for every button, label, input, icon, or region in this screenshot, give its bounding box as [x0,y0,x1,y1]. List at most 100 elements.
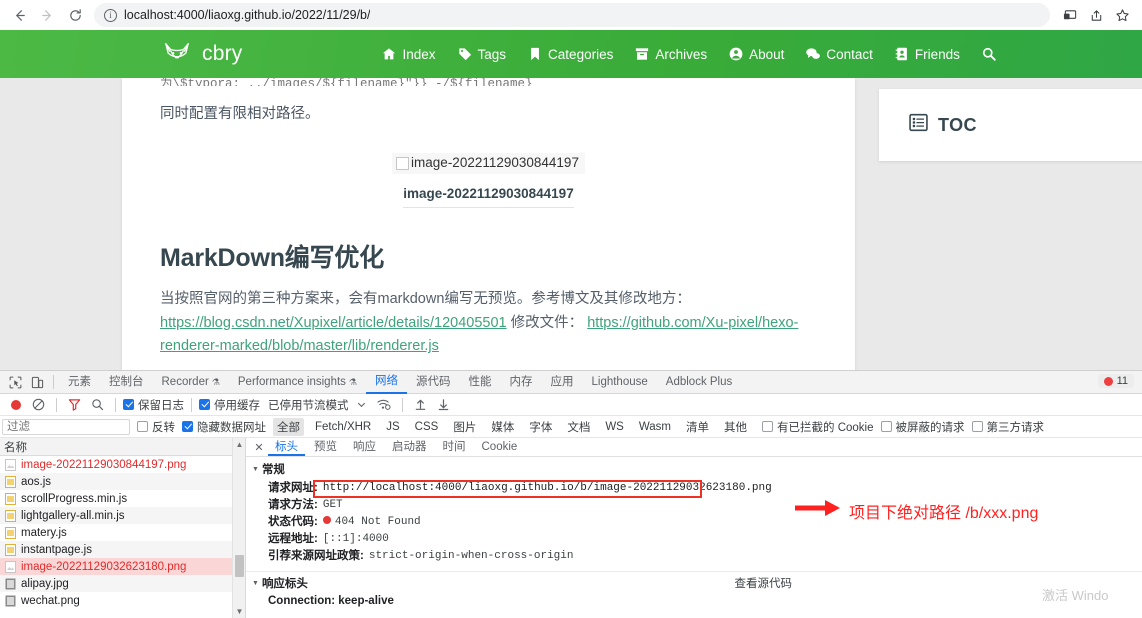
type-filter-img[interactable]: 图片 [449,418,480,436]
home-icon [382,47,396,61]
nav-item-tags[interactable]: Tags [458,47,506,62]
third-party-checkbox[interactable]: 第三方请求 [971,419,1044,435]
hide-data-urls-checkbox[interactable]: 隐藏数据网址 [182,419,266,435]
type-filter-css[interactable]: CSS [411,420,443,434]
clear-no-entry-icon[interactable] [28,395,49,415]
export-har-icon[interactable] [433,395,454,415]
cast-icon[interactable] [1058,3,1082,27]
table-row[interactable]: aos.js [0,473,245,490]
devtools-tab-application[interactable]: 应用 [542,371,583,393]
detail-tab-initiator[interactable]: 启动器 [385,438,434,456]
table-row-selected[interactable]: image-20221129032623180.png [0,558,245,575]
nav-item-friends[interactable]: Friends [895,47,960,62]
scrollbar-thumb[interactable] [235,555,244,577]
article-link-csdn[interactable]: https://blog.csdn.net/Xupixel/article/de… [160,315,507,331]
invert-checkbox[interactable]: 反转 [137,419,175,435]
response-headers-section[interactable]: ▼ 响应标头 查看源代码 [246,571,1142,593]
scroll-up-arrow-icon[interactable]: ▲ [233,438,245,451]
table-row[interactable]: scrollProgress.min.js [0,490,245,507]
devtools-tab-performance-insights[interactable]: Performance insights ⚗ [229,371,366,393]
type-filter-media[interactable]: 媒体 [487,418,518,436]
nav-item-about[interactable]: About [729,47,784,62]
disable-cache-checkbox[interactable]: 停用缓存 [199,397,260,413]
error-count-badge[interactable]: 11 [1097,374,1134,388]
devtools-tab-adblock-plus[interactable]: Adblock Plus [657,371,741,393]
table-row[interactable]: instantpage.js [0,541,245,558]
back-arrow-icon[interactable] [6,2,32,28]
nav-item-contact[interactable]: Contact [806,47,873,62]
detail-tab-response[interactable]: 响应 [346,438,383,456]
inspect-element-icon[interactable] [4,372,26,393]
filter-funnel-icon[interactable] [64,395,85,415]
article-card: 为\$typora: ../images/${filename}"}} -/${… [122,78,855,370]
address-bar[interactable]: i localhost:4000/liaoxg.github.io/2022/1… [94,3,1050,27]
devtools-tab-network[interactable]: 网络 [366,371,407,394]
detail-tab-timing[interactable]: 时间 [436,438,473,456]
detail-tab-cookie[interactable]: Cookie [475,438,525,456]
chevron-down-icon[interactable] [351,395,372,415]
request-name: instantpage.js [21,543,92,556]
field-key: 状态代码: [268,516,318,528]
blocked-cookies-checkbox[interactable]: 有已拦截的 Cookie [762,419,874,435]
broken-image-icon [396,156,410,170]
table-row[interactable]: alipay.jpg [0,575,245,592]
devtools-tab-console[interactable]: 控制台 [100,371,153,393]
type-filter-all[interactable]: 全部 [273,417,304,436]
forward-arrow-icon[interactable] [34,2,60,28]
blocked-requests-checkbox[interactable]: 被屏蔽的请求 [880,419,965,435]
search-icon[interactable] [87,395,108,415]
type-filter-other[interactable]: 其他 [720,418,751,436]
broken-image-placeholder[interactable]: image-20221129030844197 [392,153,585,175]
table-row[interactable]: wechat.png [0,592,245,609]
reload-icon[interactable] [62,2,88,28]
device-toolbar-icon[interactable] [26,372,48,393]
table-row[interactable]: matery.js [0,524,245,541]
table-row[interactable]: image-20221129030844197.png [0,456,245,473]
detail-tab-preview[interactable]: 预览 [307,438,344,456]
nav-item-index[interactable]: Index [382,47,436,62]
devtools-tab-recorder[interactable]: Recorder ⚗ [153,371,229,393]
filter-input[interactable] [2,418,130,435]
field-value[interactable]: http://localhost:4000/liaoxg.github.io/b… [323,480,772,497]
type-filter-wasm[interactable]: Wasm [635,420,675,434]
record-stop-icon[interactable] [5,395,26,415]
view-source-link[interactable]: 查看源代码 [735,575,793,591]
bookmark-star-icon[interactable] [1110,3,1134,27]
request-detail-panel: ✕ 标头 预览 响应 启动器 时间 Cookie ▼ 常规 请求网址: http… [246,438,1142,618]
type-filter-fetch-xhr[interactable]: Fetch/XHR [311,420,375,434]
devtools-tab-memory[interactable]: 内存 [501,371,542,393]
devtools-tab-sources[interactable]: 源代码 [407,371,460,393]
detail-tab-headers[interactable]: 标头 [268,438,305,456]
blocked-cookies-label: 有已拦截的 Cookie [777,421,874,434]
type-filter-font[interactable]: 字体 [525,418,556,436]
network-request-list[interactable]: 名称 image-20221129030844197.png aos.js sc… [0,438,246,618]
network-conditions-icon[interactable] [374,395,395,415]
type-filter-manifest[interactable]: 清单 [682,418,713,436]
preserve-log-checkbox[interactable]: 保留日志 [123,397,184,413]
image-caption: image-20221129030844197 [403,186,574,208]
share-icon[interactable] [1084,3,1108,27]
devtools-tab-elements[interactable]: 元素 [59,371,100,393]
type-filter-ws[interactable]: WS [601,420,628,434]
network-filter-bar: 反转 隐藏数据网址 全部 Fetch/XHR JS CSS 图片 媒体 字体 文… [0,416,1142,438]
checkbox-box [182,421,193,432]
type-filter-doc[interactable]: 文档 [563,418,594,436]
nav-item-archives[interactable]: Archives [635,47,707,62]
devtools-tab-performance[interactable]: 性能 [460,371,501,393]
type-filter-js[interactable]: JS [382,420,403,434]
error-dot-icon [1103,376,1113,386]
site-info-icon[interactable]: i [104,8,117,22]
network-list-scrollbar[interactable]: ▲ ▼ [232,438,245,618]
close-icon[interactable]: ✕ [252,441,266,454]
request-name: scrollProgress.min.js [21,492,128,505]
devtools-tab-lighthouse[interactable]: Lighthouse [583,371,657,393]
table-row[interactable]: lightgallery-all.min.js [0,507,245,524]
scroll-down-arrow-icon[interactable]: ▼ [233,605,245,618]
general-section-header[interactable]: ▼ 常规 [246,457,1142,480]
nav-label-friends: Friends [914,46,960,62]
site-brand[interactable]: cbry [162,40,242,68]
nav-search-button[interactable] [982,47,996,61]
field-value: 404 Not Found [322,514,421,531]
nav-item-categories[interactable]: Categories [528,47,613,62]
import-har-icon[interactable] [410,395,431,415]
